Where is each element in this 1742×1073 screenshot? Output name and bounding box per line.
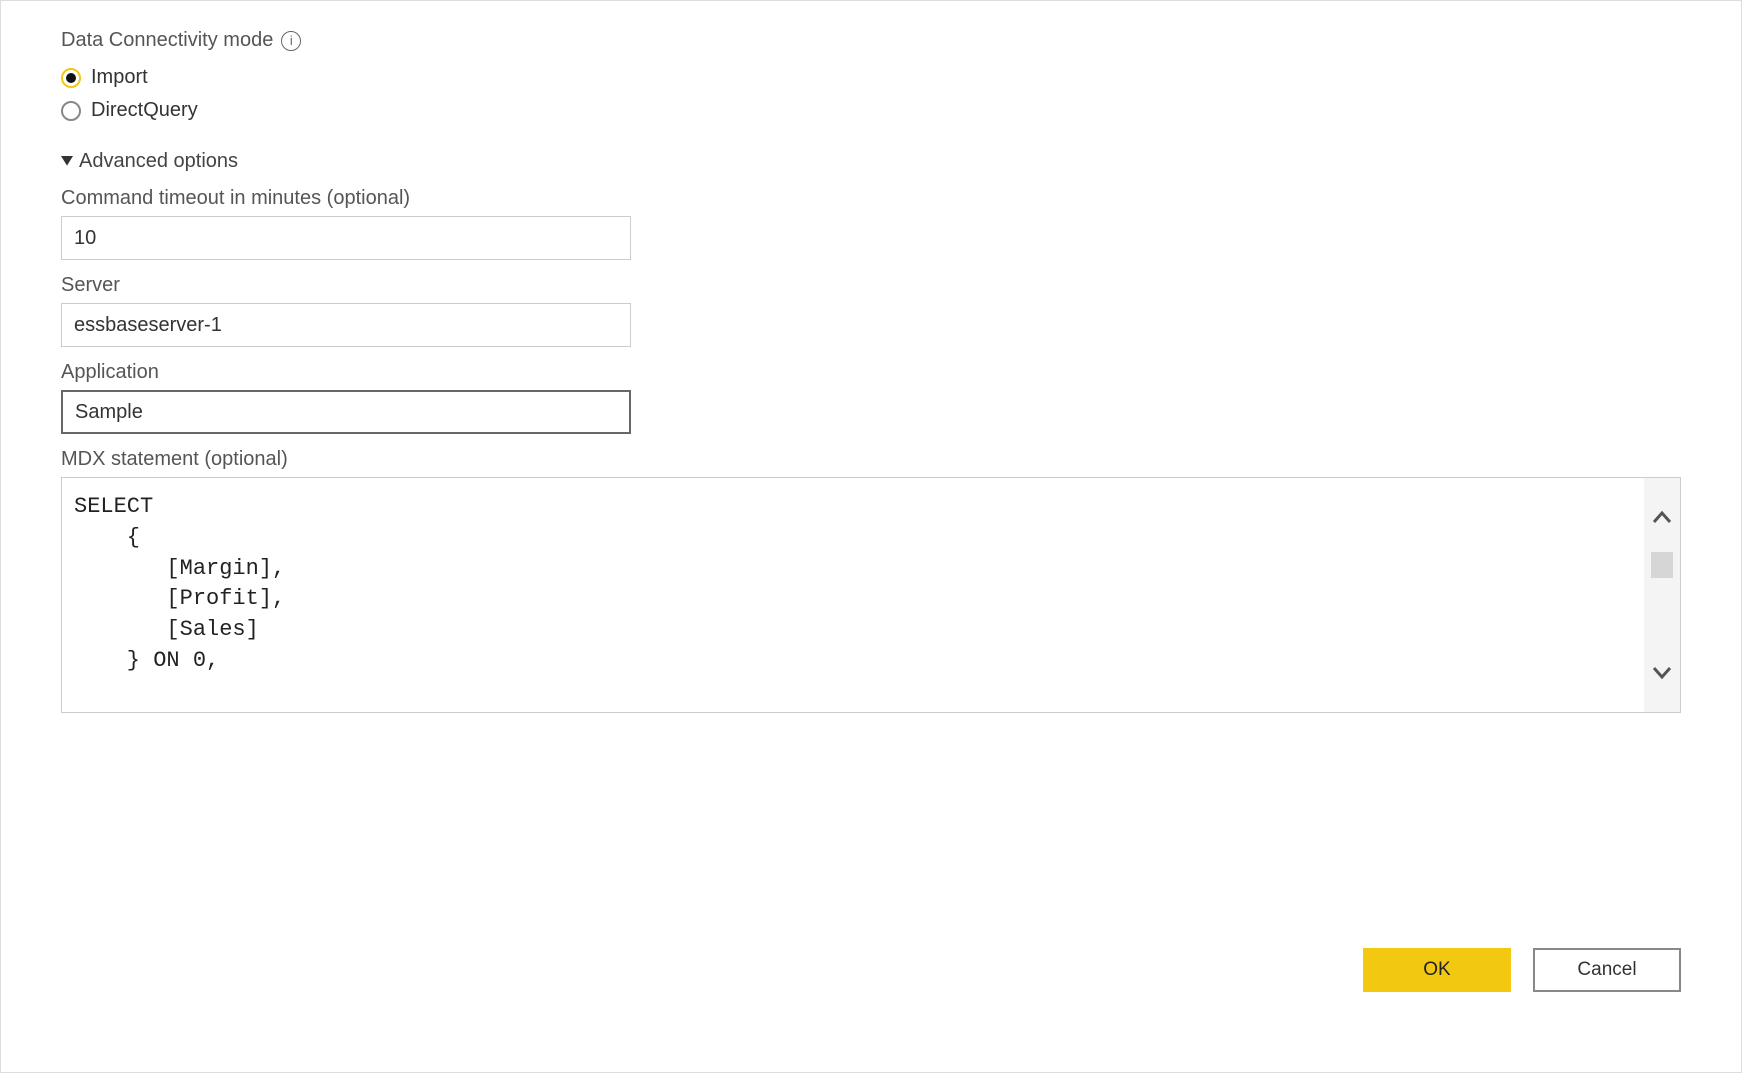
radio-import-indicator <box>61 68 81 88</box>
mdx-label: MDX statement (optional) <box>61 448 1681 471</box>
caret-down-icon <box>61 156 73 168</box>
connectivity-mode-label: Data Connectivity mode <box>61 29 273 52</box>
scroll-thumb[interactable] <box>1651 552 1673 578</box>
radio-directquery-indicator <box>61 101 81 121</box>
application-input[interactable] <box>61 390 631 434</box>
server-label: Server <box>61 274 1681 297</box>
cancel-button[interactable]: Cancel <box>1533 948 1681 992</box>
mdx-statement-input[interactable] <box>62 478 1644 712</box>
timeout-input[interactable] <box>61 216 631 260</box>
radio-directquery[interactable]: DirectQuery <box>61 99 1681 122</box>
advanced-options-toggle[interactable]: Advanced options <box>61 150 1681 173</box>
dialog-button-row: OK Cancel <box>1363 948 1681 992</box>
mdx-statement-container <box>61 477 1681 713</box>
ok-button[interactable]: OK <box>1363 948 1511 992</box>
connectivity-mode-title: Data Connectivity mode i <box>61 29 1681 52</box>
advanced-options-label: Advanced options <box>79 150 238 173</box>
connector-dialog: Data Connectivity mode i Import DirectQu… <box>0 0 1742 1073</box>
radio-directquery-label: DirectQuery <box>91 99 198 122</box>
connectivity-radio-group: Import DirectQuery <box>61 66 1681 122</box>
radio-import[interactable]: Import <box>61 66 1681 89</box>
application-label: Application <box>61 361 1681 384</box>
scroll-down-icon[interactable] <box>1652 662 1672 684</box>
scroll-up-icon[interactable] <box>1652 506 1672 528</box>
radio-import-label: Import <box>91 66 148 89</box>
server-input[interactable] <box>61 303 631 347</box>
timeout-label: Command timeout in minutes (optional) <box>61 187 1681 210</box>
info-icon[interactable]: i <box>281 31 301 51</box>
mdx-scrollbar[interactable] <box>1644 478 1680 712</box>
